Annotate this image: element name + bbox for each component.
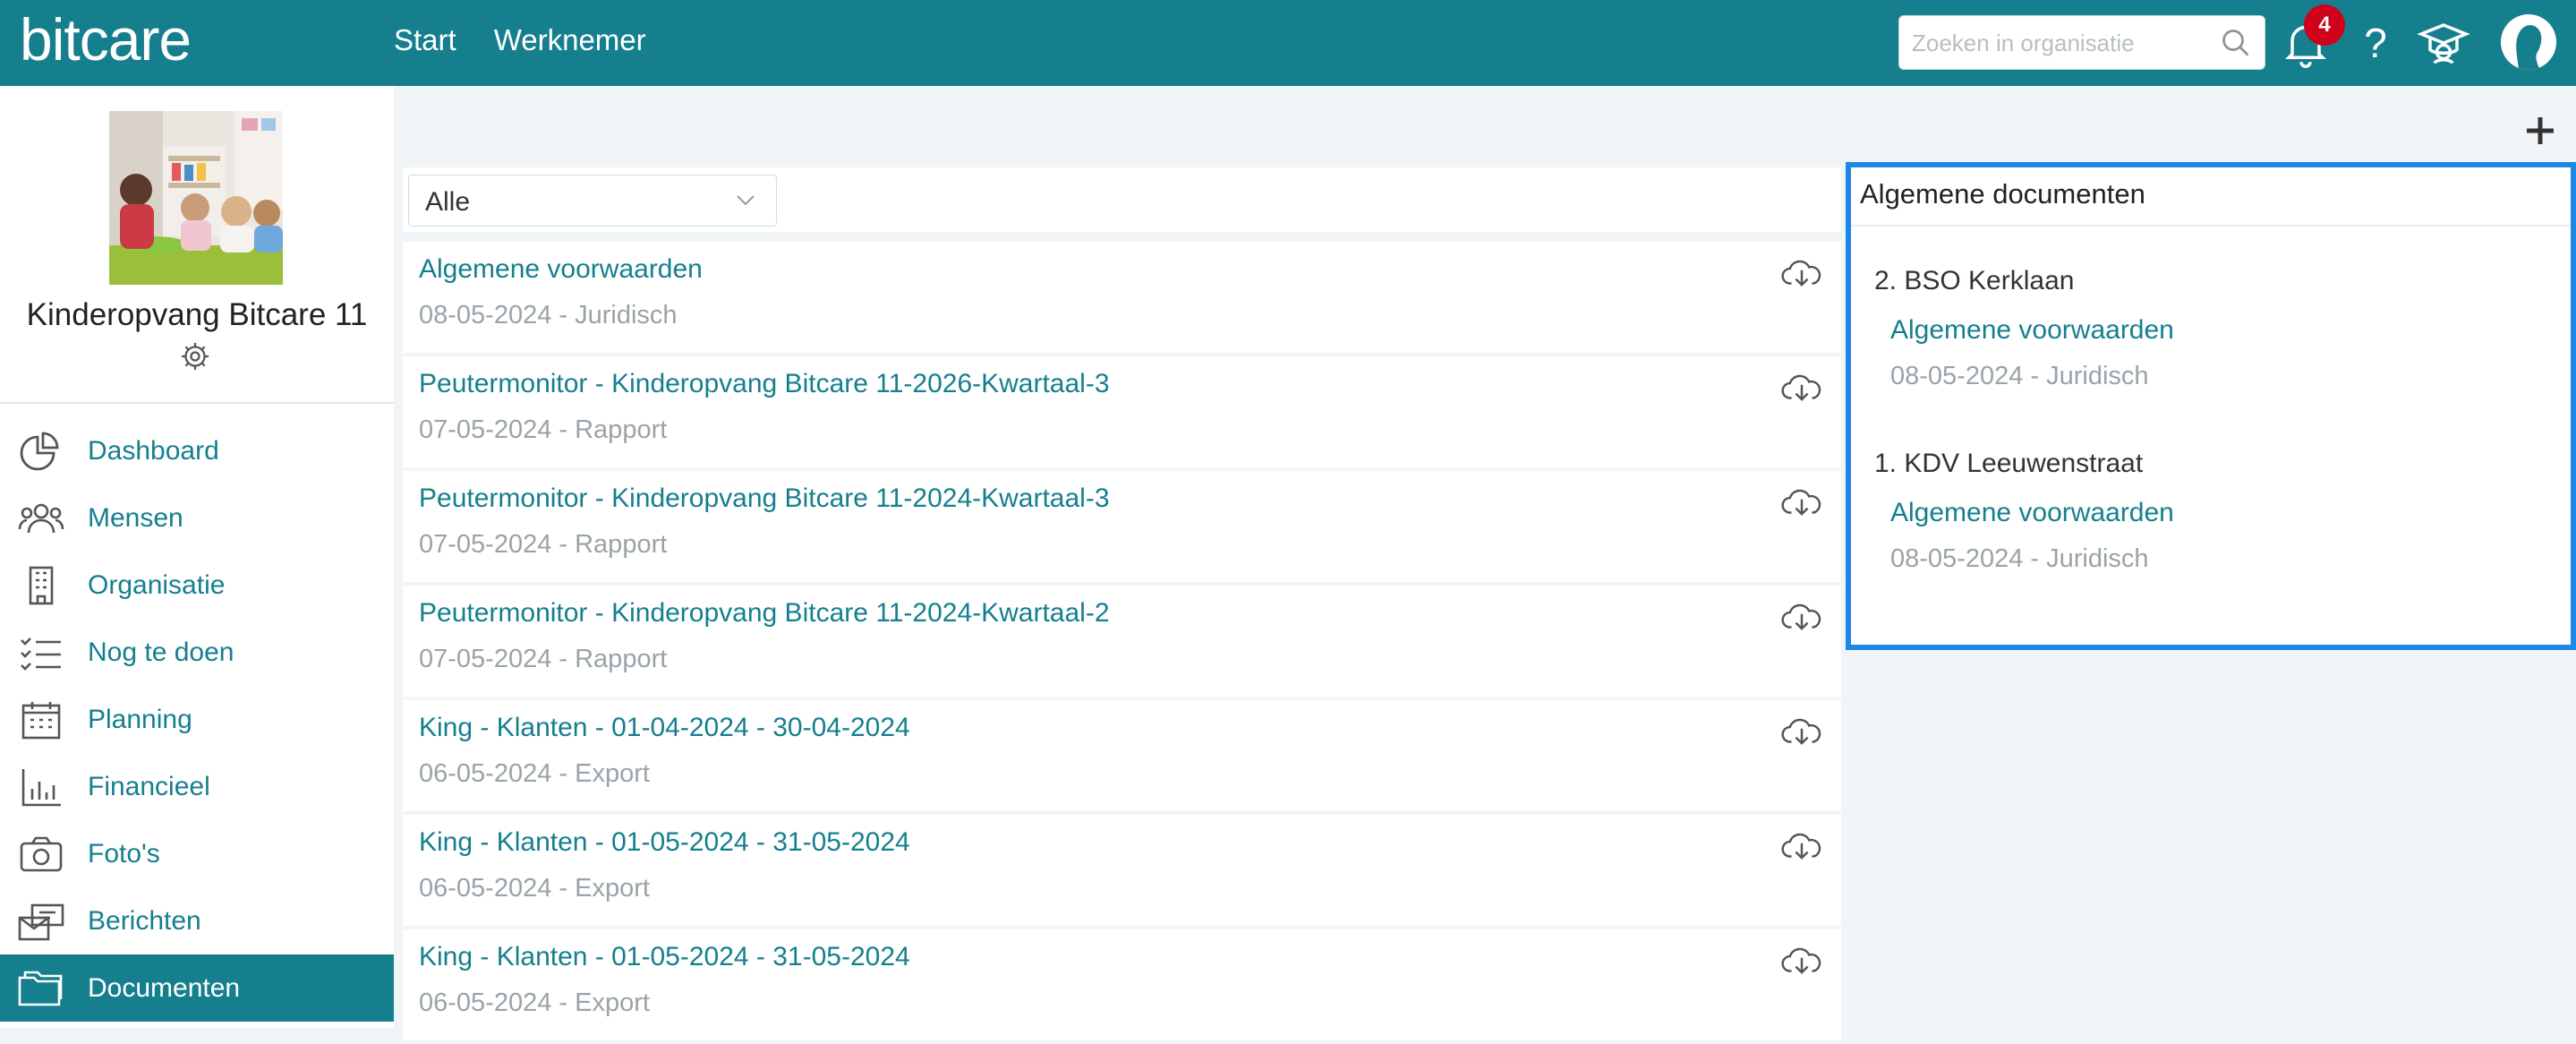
search-input[interactable] [1910,25,2214,61]
category-filter-select[interactable]: Alle [408,175,777,227]
document-meta: 08-05-2024 - Juridisch [1890,544,2149,573]
notification-badge[interactable]: 4 [2304,4,2345,46]
search-box [1898,15,2265,70]
add-document-button[interactable] [2522,113,2558,149]
organization-photo [109,111,283,285]
category-filter-value: Alle [425,187,471,217]
document-title-link[interactable]: King - Klanten - 01-05-2024 - 31-05-2024 [419,827,910,858]
document-row: King - Klanten - 01-05-2024 - 31-05-2024… [403,815,1841,926]
sidebar-item-fotos[interactable]: Foto's [0,820,394,887]
sidebar-item-label: Berichten [88,905,201,936]
nav-werknemer[interactable]: Werknemer [494,23,646,57]
general-documents-panel: Algemene documenten 2. BSO Kerklaan Alge… [1846,162,2576,650]
sidebar-item-label: Mensen [88,502,183,533]
cloud-download-icon[interactable] [1781,715,1822,749]
document-title-link[interactable]: Algemene voorwaarden [419,254,703,285]
checklist-icon [21,638,61,671]
sidebar-divider [0,402,394,404]
sidebar: Kinderopvang Bitcare 11 Dashboard Mensen… [0,86,394,1028]
nav-start[interactable]: Start [394,23,456,57]
bitcare-logo[interactable]: bitcare [20,5,192,73]
document-meta: 06-05-2024 - Export [419,874,650,903]
organization-name: Kinderopvang Bitcare 11 [26,297,368,332]
cloud-download-icon[interactable] [1781,944,1822,978]
sidebar-item-label: Dashboard [88,435,219,466]
document-row: Algemene voorwaarden 08-05-2024 - Juridi… [403,242,1841,353]
cloud-download-icon[interactable] [1781,256,1822,290]
sidebar-item-label: Planning [88,704,192,734]
document-row: King - Klanten - 01-04-2024 - 30-04-2024… [403,700,1841,811]
cloud-download-icon[interactable] [1781,485,1822,519]
cloud-download-icon[interactable] [1781,371,1822,405]
search-icon[interactable] [2220,27,2252,59]
document-title-link[interactable]: Peutermonitor - Kinderopvang Bitcare 11-… [419,369,1110,399]
document-title-link[interactable]: Peutermonitor - Kinderopvang Bitcare 11-… [419,483,1110,514]
help-icon[interactable]: ? [2349,16,2402,70]
location-name: 1. KDV Leeuwenstraat [1874,449,2144,478]
panel-divider [1851,225,2571,227]
cloud-download-icon[interactable] [1781,829,1822,863]
document-row: King - Klanten - 01-05-2024 - 31-05-2024… [403,929,1841,1040]
document-row: Peutermonitor - Kinderopvang Bitcare 11-… [403,356,1841,467]
sidebar-item-label: Foto's [88,838,160,869]
sidebar-item-label: Organisatie [88,569,226,600]
messages-icon [18,903,64,941]
document-meta: 07-05-2024 - Rapport [419,645,668,673]
sidebar-item-berichten[interactable]: Berichten [0,887,394,954]
document-meta: 08-05-2024 - Juridisch [419,301,678,329]
document-title-link[interactable]: Algemene voorwaarden [1890,315,2174,346]
top-bar: bitcare Start Werknemer 4 ? [0,0,2576,86]
filter-bar: Alle [403,167,1841,232]
gear-icon[interactable] [179,340,211,372]
calendar-icon [21,702,61,740]
people-icon [18,503,64,534]
pie-chart-icon [20,432,59,471]
panel-title: Algemene documenten [1860,178,2145,210]
document-meta: 07-05-2024 - Rapport [419,415,668,444]
children-photo-image [109,111,283,285]
sidebar-item-dashboard[interactable]: Dashboard [0,417,394,484]
document-title-link[interactable]: Algemene voorwaarden [1890,498,2174,528]
location-group: 1. KDV Leeuwenstraat Algemene voorwaarde… [1874,449,2174,573]
sidebar-item-nog-te-doen[interactable]: Nog te doen [0,619,394,686]
folder-icon [18,971,63,1006]
document-meta: 07-05-2024 - Rapport [419,530,668,559]
bar-chart-icon [21,769,61,807]
document-meta: 06-05-2024 - Export [419,988,650,1017]
sidebar-item-mensen[interactable]: Mensen [0,484,394,552]
document-meta: 06-05-2024 - Export [419,759,650,788]
sidebar-menu: Dashboard Mensen Organisatie Nog te doen [0,417,394,1022]
camera-icon [20,836,63,872]
user-avatar[interactable] [2501,14,2556,70]
sidebar-item-label: Financieel [88,771,210,801]
building-icon [29,566,54,605]
sidebar-item-financieel[interactable]: Financieel [0,753,394,820]
chevron-down-icon [737,195,755,206]
document-row: Peutermonitor - Kinderopvang Bitcare 11-… [403,471,1841,582]
sidebar-item-label: Nog te doen [88,637,235,667]
sidebar-item-label: Documenten [88,972,241,1003]
document-meta: 08-05-2024 - Juridisch [1890,362,2149,390]
graduation-cap-icon[interactable] [2417,16,2470,70]
sidebar-item-documenten[interactable]: Documenten [0,954,394,1022]
main-nav: Start Werknemer [394,23,646,57]
location-name: 2. BSO Kerklaan [1874,266,2075,295]
user-avatar-icon [2501,14,2556,70]
document-row: Peutermonitor - Kinderopvang Bitcare 11-… [403,586,1841,697]
sidebar-item-planning[interactable]: Planning [0,686,394,753]
document-title-link[interactable]: King - Klanten - 01-05-2024 - 31-05-2024 [419,942,910,972]
document-list: Algemene voorwaarden 08-05-2024 - Juridi… [403,242,1841,1044]
document-title-link[interactable]: Peutermonitor - Kinderopvang Bitcare 11-… [419,598,1110,629]
document-title-link[interactable]: King - Klanten - 01-04-2024 - 30-04-2024 [419,713,910,743]
cloud-download-icon[interactable] [1781,600,1822,634]
location-group: 2. BSO Kerklaan Algemene voorwaarden 08-… [1874,266,2174,390]
sidebar-item-organisatie[interactable]: Organisatie [0,552,394,619]
